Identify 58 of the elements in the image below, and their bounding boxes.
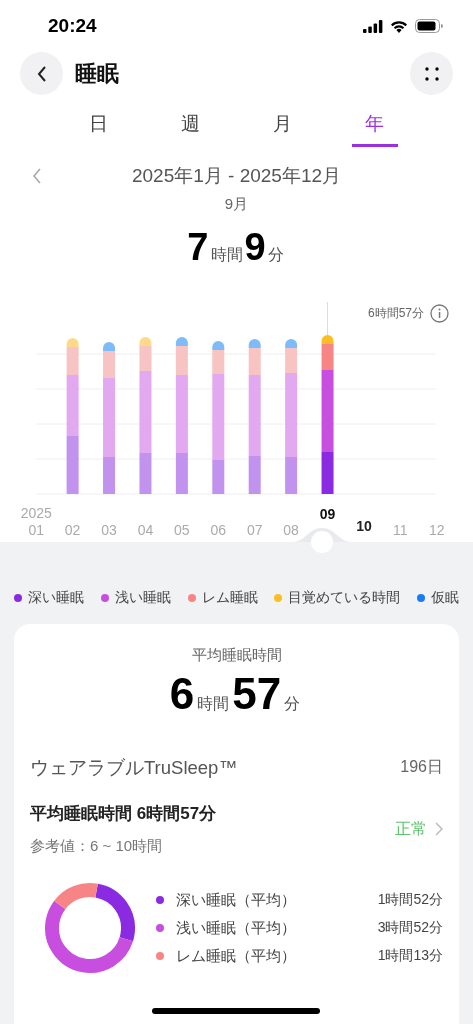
period-tab[interactable]: 日 bbox=[75, 109, 122, 147]
legend-label: 浅い睡眠 bbox=[114, 589, 171, 607]
clock-time: 20:24 bbox=[48, 15, 97, 37]
minutes-unit: 分 bbox=[284, 694, 301, 714]
month-label[interactable]: 01 bbox=[28, 522, 44, 538]
selected-period: 9月 bbox=[224, 195, 249, 214]
month-label[interactable]: 12 bbox=[429, 522, 445, 538]
stage-duration: 1時間13分 bbox=[377, 947, 443, 965]
status-link[interactable]: 正常 bbox=[395, 818, 443, 840]
reference-range: 参考値：6 ~ 10時間 bbox=[30, 837, 164, 856]
month-label[interactable]: 05 bbox=[174, 522, 190, 538]
stage-label: 深い睡眠（平均） bbox=[176, 890, 297, 910]
average-sleep-heading: 平均睡眠時間 6時間57分 bbox=[30, 803, 217, 825]
minutes-value: 57 bbox=[232, 669, 282, 719]
hours-unit: 時間 bbox=[197, 694, 230, 714]
chevron-right-icon bbox=[435, 822, 443, 836]
legend-label: 深い睡眠 bbox=[28, 589, 84, 607]
month-label[interactable]: 03 bbox=[101, 522, 117, 538]
hours-value: 7 bbox=[187, 226, 209, 269]
stage-label: レム睡眠（平均） bbox=[176, 946, 297, 966]
signal-icon bbox=[363, 19, 383, 33]
stage-duration: 3時間52分 bbox=[377, 919, 443, 937]
info-icon[interactable] bbox=[430, 304, 449, 323]
chart-bar[interactable] bbox=[321, 302, 334, 494]
month-label[interactable]: 11 bbox=[393, 522, 408, 538]
wifi-icon bbox=[390, 19, 408, 33]
month-label[interactable]: 10 bbox=[356, 518, 372, 534]
section-title: 平均睡眠時間 bbox=[191, 646, 282, 665]
stage-label: 浅い睡眠（平均） bbox=[176, 918, 297, 938]
menu-button[interactable] bbox=[410, 52, 453, 95]
back-button[interactable] bbox=[20, 52, 63, 95]
back-icon bbox=[36, 64, 47, 83]
period-tab[interactable]: 月 bbox=[259, 109, 306, 147]
dots-icon bbox=[424, 66, 439, 81]
month-label[interactable]: 09 bbox=[319, 506, 336, 522]
minutes-unit: 分 bbox=[267, 245, 284, 265]
stage-duration: 1時間52分 bbox=[377, 891, 443, 909]
legend-label: 仮眠 bbox=[431, 589, 459, 607]
month-label[interactable]: 04 bbox=[137, 522, 154, 538]
days-count: 196日 bbox=[400, 757, 443, 777]
month-label[interactable]: 06 bbox=[210, 522, 227, 538]
month-label[interactable]: 02 bbox=[64, 522, 81, 538]
hours-value: 6 bbox=[169, 669, 195, 719]
legend-label: 目覚めている時間 bbox=[288, 589, 401, 607]
month-label[interactable]: 07 bbox=[246, 522, 263, 538]
chevron-left-icon bbox=[32, 167, 42, 185]
minutes-value: 9 bbox=[244, 226, 266, 269]
battery-icon bbox=[415, 19, 443, 33]
page-title: 睡眠 bbox=[75, 59, 120, 88]
year-label: 2025 bbox=[20, 505, 52, 521]
hours-unit: 時間 bbox=[210, 245, 243, 265]
source-label: ウェアラブルTruSleep™ bbox=[30, 756, 237, 780]
date-range: 2025年1月 - 2025年12月 bbox=[131, 164, 342, 188]
period-tab[interactable]: 年 bbox=[351, 109, 398, 147]
period-tab[interactable]: 週 bbox=[167, 109, 214, 147]
month-label[interactable]: 08 bbox=[283, 522, 299, 538]
legend-label: レム睡眠 bbox=[201, 589, 258, 607]
average-label: 6時間57分 bbox=[367, 305, 424, 322]
